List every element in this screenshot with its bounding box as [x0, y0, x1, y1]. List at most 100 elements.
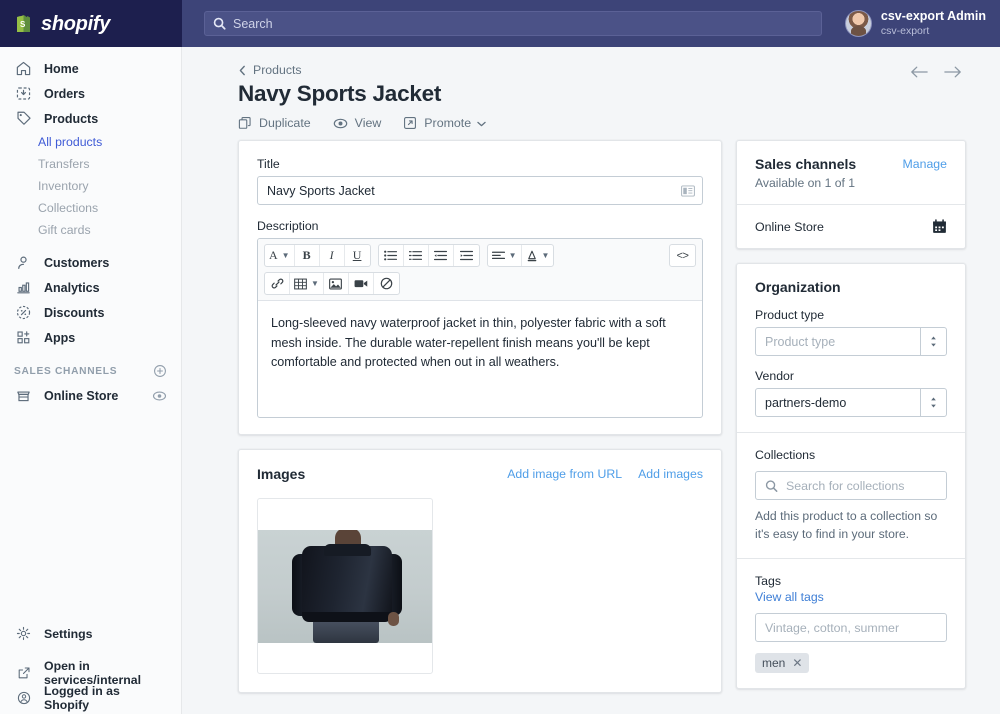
tag-chip[interactable]: men ✕ [755, 653, 809, 673]
sidebar-item-analytics[interactable]: Analytics [0, 275, 181, 300]
add-image-from-url-link[interactable]: Add image from URL [507, 467, 622, 481]
font-style-glyph: A [269, 248, 278, 263]
eye-icon[interactable] [152, 390, 167, 402]
sidebar-item-label: Apps [44, 331, 75, 345]
plus-circle-icon[interactable] [153, 364, 167, 378]
sales-channel-row-online-store[interactable]: Online Store [737, 205, 965, 248]
collections-search-input[interactable]: Search for collections [755, 471, 947, 500]
sidebar-item-online-store[interactable]: Online Store [0, 383, 181, 408]
external-link-icon [14, 663, 33, 682]
images-card-header: Images Add image from URL Add images [239, 450, 721, 482]
tags-input[interactable]: Vintage, cotton, summer [755, 613, 947, 642]
vendor-stepper[interactable] [920, 389, 946, 416]
arrow-left-icon[interactable] [910, 65, 928, 79]
text-color-button[interactable]: ▼ [522, 245, 554, 266]
shopify-wordmark: shopify [41, 14, 110, 34]
sidebar-item-customers[interactable]: Customers [0, 250, 181, 275]
shopify-logo[interactable]: S shopify [0, 0, 182, 47]
promote-button[interactable]: Promote [403, 116, 486, 130]
view-button[interactable]: View [333, 116, 382, 130]
product-image-thumbnail[interactable] [257, 498, 433, 674]
sales-channels-subtitle: Available on 1 of 1 [755, 176, 947, 190]
storefront-icon [14, 386, 33, 405]
italic-glyph: I [330, 248, 334, 263]
duplicate-button[interactable]: Duplicate [238, 116, 311, 130]
calendar-icon[interactable] [932, 219, 947, 234]
tags-section: Tags View all tags Vintage, cotton, summ… [737, 559, 965, 688]
sidebar-item-label: Logged in as Shopify [44, 684, 167, 712]
align-button[interactable]: ▼ [488, 245, 522, 266]
sidebar-subitem-label: Transfers [38, 157, 89, 171]
insert-link-button[interactable] [265, 273, 290, 294]
sidebar-subitem-label: Collections [38, 201, 98, 215]
images-card: Images Add image from URL Add images [238, 449, 722, 693]
sidebar-item-transfers[interactable]: Transfers [0, 153, 181, 175]
sidebar-item-settings[interactable]: Settings [0, 621, 181, 646]
sidebar-item-collections[interactable]: Collections [0, 197, 181, 219]
underline-button[interactable]: U [345, 245, 370, 266]
sidebar-item-open-in-services[interactable]: Open in services/internal [0, 660, 181, 685]
vendor-select[interactable]: partners-demo [755, 388, 947, 417]
numbered-list-button[interactable] [404, 245, 429, 266]
italic-button[interactable]: I [320, 245, 345, 266]
arrow-right-icon[interactable] [944, 65, 962, 79]
model-jeans [313, 619, 379, 643]
page-header: Products Navy Sports Jacket Duplicate Vi… [182, 47, 1000, 130]
external-link-icon [403, 116, 417, 130]
manage-link[interactable]: Manage [903, 157, 947, 171]
insert-image-button[interactable] [324, 273, 349, 294]
sidebar-item-home[interactable]: Home [0, 56, 181, 81]
analytics-bars-icon [14, 278, 33, 297]
sidebar-item-label: Home [44, 62, 79, 76]
sidebar-item-gift-cards[interactable]: Gift cards [0, 219, 181, 241]
sidebar-subitem-label: All products [38, 135, 102, 149]
title-input[interactable]: Navy Sports Jacket [257, 176, 703, 205]
add-images-link[interactable]: Add images [638, 467, 703, 481]
close-icon[interactable]: ✕ [792, 657, 802, 669]
organization-card: Organization Product type Product type V… [736, 263, 966, 689]
chevron-down-icon [477, 116, 486, 130]
align-color-group: ▼ ▼ [487, 244, 555, 267]
right-column: Sales channels Manage Available on 1 of … [736, 140, 966, 707]
outdent-button[interactable] [429, 245, 454, 266]
chevron-left-icon [238, 65, 247, 76]
search-input[interactable]: Search [204, 11, 822, 36]
nav-spacer [0, 241, 181, 250]
sidebar-item-label: Discounts [44, 306, 104, 320]
sidebar-item-logged-in-as[interactable]: Logged in as Shopify [0, 685, 181, 710]
apps-grid-plus-icon [14, 328, 33, 347]
sales-channels-title: SALES CHANNELS [14, 366, 117, 377]
sidebar-item-all-products[interactable]: All products [0, 131, 181, 153]
images-thumbnails [239, 482, 721, 692]
description-body[interactable]: Long-sleeved navy waterproof jacket in t… [258, 301, 702, 417]
sales-channels-title-row: Sales channels Manage [755, 156, 947, 172]
bold-button[interactable]: B [295, 245, 320, 266]
view-all-tags-link[interactable]: View all tags [755, 590, 947, 604]
sales-channel-label: Online Store [755, 220, 824, 234]
font-style-button[interactable]: A ▼ [265, 245, 295, 266]
sidebar-item-products[interactable]: Products [0, 106, 181, 131]
bulleted-list-button[interactable] [379, 245, 404, 266]
sidebar-item-inventory[interactable]: Inventory [0, 175, 181, 197]
insert-table-button[interactable]: ▼ [290, 273, 324, 294]
gear-icon [14, 624, 33, 643]
sales-channels-title: Sales channels [755, 156, 856, 172]
sidebar-item-discounts[interactable]: Discounts [0, 300, 181, 325]
sidebar-item-orders[interactable]: Orders [0, 81, 181, 106]
product-type-select[interactable]: Product type [755, 327, 947, 356]
product-type-stepper[interactable] [920, 328, 946, 355]
code-view-button[interactable]: <> [670, 245, 695, 266]
clear-formatting-button[interactable] [374, 273, 399, 294]
insert-video-button[interactable] [349, 273, 374, 294]
jacket-collar [324, 544, 371, 556]
sidebar-item-apps[interactable]: Apps [0, 325, 181, 350]
sidebar-subitem-label: Gift cards [38, 223, 91, 237]
product-type-value: Product type [756, 335, 835, 349]
title-description-body: Title Navy Sports Jacket Description [239, 141, 721, 434]
sidebar-bottom: Settings Open in services/internal Logge… [0, 621, 181, 714]
user-menu[interactable]: csv-export Admin csv-export [845, 9, 986, 38]
indent-button[interactable] [454, 245, 479, 266]
account-circle-icon [14, 688, 33, 707]
breadcrumb[interactable]: Products [238, 63, 962, 77]
title-description-card: Title Navy Sports Jacket Description [238, 140, 722, 435]
